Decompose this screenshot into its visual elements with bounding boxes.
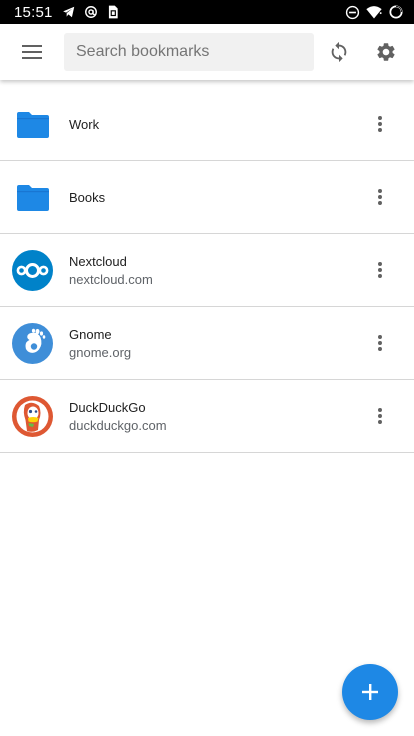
- more-vertical-icon: [378, 408, 382, 424]
- plus-icon: [362, 684, 378, 700]
- item-overflow-button[interactable]: [360, 396, 400, 436]
- item-url: nextcloud.com: [69, 271, 153, 287]
- more-vertical-icon: [378, 116, 382, 132]
- more-vertical-icon: [378, 335, 382, 351]
- list-item-work-folder[interactable]: Work: [0, 88, 414, 161]
- item-overflow-button[interactable]: [360, 177, 400, 217]
- item-title: Books: [69, 189, 106, 205]
- item-url: gnome.org: [69, 344, 132, 360]
- at-sign-icon: [83, 4, 99, 20]
- sim-card-icon: [105, 4, 121, 20]
- list-item-books-folder[interactable]: Books: [0, 161, 414, 234]
- status-left-icons: [61, 4, 121, 20]
- search-box[interactable]: [64, 33, 314, 71]
- search-input[interactable]: [76, 43, 302, 61]
- app-bar: [0, 24, 414, 80]
- status-time: 15:51: [14, 3, 53, 21]
- item-overflow-button[interactable]: [360, 104, 400, 144]
- list-item-duckduckgo[interactable]: DuckDuckGo duckduckgo.com: [0, 380, 414, 453]
- item-title: Work: [69, 116, 100, 132]
- more-vertical-icon: [378, 189, 382, 205]
- item-url: duckduckgo.com: [69, 417, 167, 433]
- gear-icon: [377, 43, 395, 61]
- list-item-nextcloud[interactable]: Nextcloud nextcloud.com: [0, 234, 414, 307]
- bookmark-list: Work Books Nextcloud nextcloud.com Gnome…: [0, 88, 414, 453]
- do-not-disturb-icon: [344, 4, 360, 20]
- duckduckgo-logo-icon: [12, 396, 53, 437]
- menu-button[interactable]: [12, 32, 52, 72]
- sync-button[interactable]: [319, 32, 359, 72]
- item-title: DuckDuckGo: [69, 399, 146, 415]
- status-right-icons: [344, 4, 404, 20]
- folder-icon: [12, 104, 53, 145]
- battery-charging-icon: [388, 4, 404, 20]
- settings-button[interactable]: [366, 32, 406, 72]
- hamburger-menu-icon: [22, 45, 42, 59]
- sync-icon: [331, 41, 347, 63]
- folder-icon: [12, 177, 53, 218]
- status-bar: 15:51: [0, 0, 414, 24]
- item-title: Gnome: [69, 326, 112, 342]
- item-overflow-button[interactable]: [360, 323, 400, 363]
- list-item-gnome[interactable]: Gnome gnome.org: [0, 307, 414, 380]
- gnome-logo-icon: [12, 323, 53, 364]
- more-vertical-icon: [378, 262, 382, 278]
- wifi-icon: [366, 4, 382, 20]
- telegram-icon: [61, 4, 77, 20]
- nextcloud-logo-icon: [12, 250, 53, 291]
- add-bookmark-fab[interactable]: [342, 664, 398, 720]
- item-title: Nextcloud: [69, 253, 127, 269]
- item-overflow-button[interactable]: [360, 250, 400, 290]
